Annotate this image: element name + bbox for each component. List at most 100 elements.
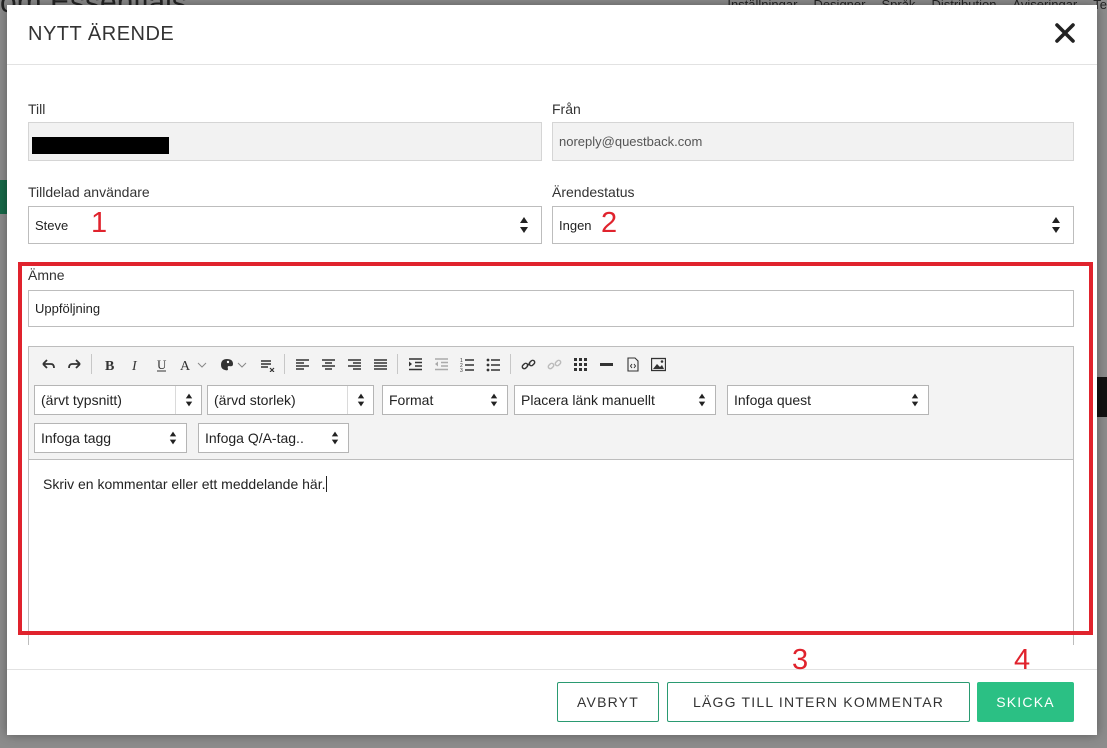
subject-value: Uppföljning	[35, 301, 101, 316]
align-left-button[interactable]	[289, 352, 315, 376]
select-arrows-icon	[322, 424, 348, 452]
toolbar-separator	[284, 354, 285, 374]
align-center-icon	[321, 358, 335, 370]
source-code-button[interactable]	[619, 352, 645, 376]
case-status-select[interactable]: Ingen	[552, 206, 1074, 244]
svg-text:U: U	[157, 357, 167, 372]
message-body-editor[interactable]: Skriv en kommentar eller ett meddelande …	[29, 459, 1073, 645]
bold-button[interactable]: B	[96, 352, 122, 376]
redo-icon	[67, 358, 81, 369]
text-color-icon: A	[180, 359, 207, 372]
to-label: Till	[28, 101, 46, 117]
assigned-user-label: Tilldelad användare	[28, 184, 150, 200]
dialog-header: NYTT ÄRENDE	[7, 5, 1097, 65]
indent-button[interactable]	[402, 352, 428, 376]
send-button[interactable]: SKICKA	[977, 682, 1074, 722]
outdent-icon	[434, 357, 448, 370]
footer-divider	[7, 669, 1097, 670]
svg-text:I: I	[131, 359, 138, 372]
undo-button[interactable]	[35, 352, 61, 376]
insert-quest-value: Infoga quest	[734, 392, 812, 408]
case-status-value: Ingen	[559, 217, 592, 233]
dialog-title: NYTT ÄRENDE	[28, 23, 175, 45]
insert-link-button[interactable]	[515, 352, 541, 376]
indent-icon	[408, 357, 422, 370]
numbered-list-button[interactable]: 123	[454, 352, 480, 376]
to-field[interactable]	[28, 122, 542, 161]
select-arrows-icon	[481, 386, 507, 414]
select-arrows-icon	[1039, 207, 1073, 243]
insert-table-button[interactable]	[567, 352, 593, 376]
format-value: Format	[389, 392, 434, 408]
svg-text:A: A	[180, 359, 191, 372]
insert-quest-select[interactable]: Infoga quest	[727, 385, 929, 415]
palette-icon	[221, 358, 247, 370]
insert-qa-tag-value: Infoga Q/A-tag..	[205, 430, 304, 446]
toolbar-separator	[91, 354, 92, 374]
insert-qa-tag-select[interactable]: Infoga Q/A-tag..	[198, 423, 349, 453]
font-family-value: (ärvt typsnitt)	[41, 392, 122, 408]
annotation-3: 3	[792, 644, 809, 676]
align-justify-icon	[373, 358, 387, 370]
svg-text:B: B	[105, 359, 114, 372]
numbered-list-icon: 123	[460, 358, 474, 372]
select-arrows-icon	[175, 386, 201, 414]
align-right-icon	[347, 358, 361, 370]
horizontal-rule-icon	[599, 362, 613, 366]
toolbar-separator	[510, 354, 511, 374]
align-left-icon	[295, 358, 309, 370]
link-icon	[521, 359, 535, 369]
bold-icon: B	[105, 359, 114, 372]
subject-input[interactable]: Uppföljning	[28, 290, 1074, 327]
italic-button[interactable]: I	[122, 352, 148, 376]
insert-image-button[interactable]	[645, 352, 671, 376]
close-button[interactable]	[1051, 19, 1079, 47]
text-caret	[326, 476, 328, 492]
bullet-list-icon	[486, 358, 500, 371]
select-arrows-icon	[902, 386, 928, 414]
subject-label: Ämne	[28, 267, 65, 283]
cancel-button[interactable]: AVBRYT	[557, 682, 659, 722]
from-field: noreply@questback.com	[552, 122, 1074, 161]
font-size-select[interactable]: (ärvd storlek)	[207, 385, 374, 415]
annotation-4: 4	[1014, 644, 1031, 676]
redo-button[interactable]	[61, 352, 87, 376]
svg-text:3: 3	[460, 368, 463, 372]
redacted-recipient	[32, 137, 169, 154]
annotation-2: 2	[601, 207, 618, 239]
place-link-value: Placera länk manuellt	[521, 392, 655, 408]
align-right-button[interactable]	[341, 352, 367, 376]
add-internal-comment-button[interactable]: LÄGG TILL INTERN KOMMENTAR	[667, 682, 970, 722]
text-color-button[interactable]: A	[174, 352, 214, 376]
background-color-button[interactable]	[214, 352, 254, 376]
unlink-button[interactable]	[541, 352, 567, 376]
select-arrows-icon	[347, 386, 373, 414]
rich-text-editor: B I U A 1 2 3 (ärvt typsnitt) (ärvd stor…	[28, 346, 1074, 645]
format-select[interactable]: Format	[382, 385, 508, 415]
clear-format-icon	[260, 359, 274, 372]
select-arrows-icon	[160, 424, 186, 452]
outdent-button[interactable]	[428, 352, 454, 376]
clear-format-button[interactable]	[254, 352, 280, 376]
horizontal-rule-button[interactable]	[593, 352, 619, 376]
image-icon	[650, 357, 666, 371]
insert-tag-select[interactable]: Infoga tagg	[34, 423, 187, 453]
undo-icon	[41, 358, 55, 369]
font-family-select[interactable]: (ärvt typsnitt)	[34, 385, 202, 415]
place-link-select[interactable]: Placera länk manuellt	[514, 385, 716, 415]
bullet-list-button[interactable]	[480, 352, 506, 376]
message-body-text: Skriv en kommentar eller ett meddelande …	[43, 476, 326, 492]
select-arrows-icon	[689, 386, 715, 414]
case-status-label: Ärendestatus	[552, 184, 635, 200]
select-arrows-icon	[507, 207, 541, 243]
align-center-button[interactable]	[315, 352, 341, 376]
toolbar-separator	[397, 354, 398, 374]
source-code-icon	[626, 356, 639, 372]
font-size-value: (ärvd storlek)	[214, 392, 296, 408]
underline-button[interactable]: U	[148, 352, 174, 376]
unlink-icon	[547, 359, 561, 369]
new-case-dialog: NYTT ÄRENDE Till Från noreply@questback.…	[7, 5, 1097, 735]
align-justify-button[interactable]	[367, 352, 393, 376]
toolbar-row-buttons: B I U A 1 2 3	[35, 352, 671, 376]
table-icon	[573, 357, 587, 371]
